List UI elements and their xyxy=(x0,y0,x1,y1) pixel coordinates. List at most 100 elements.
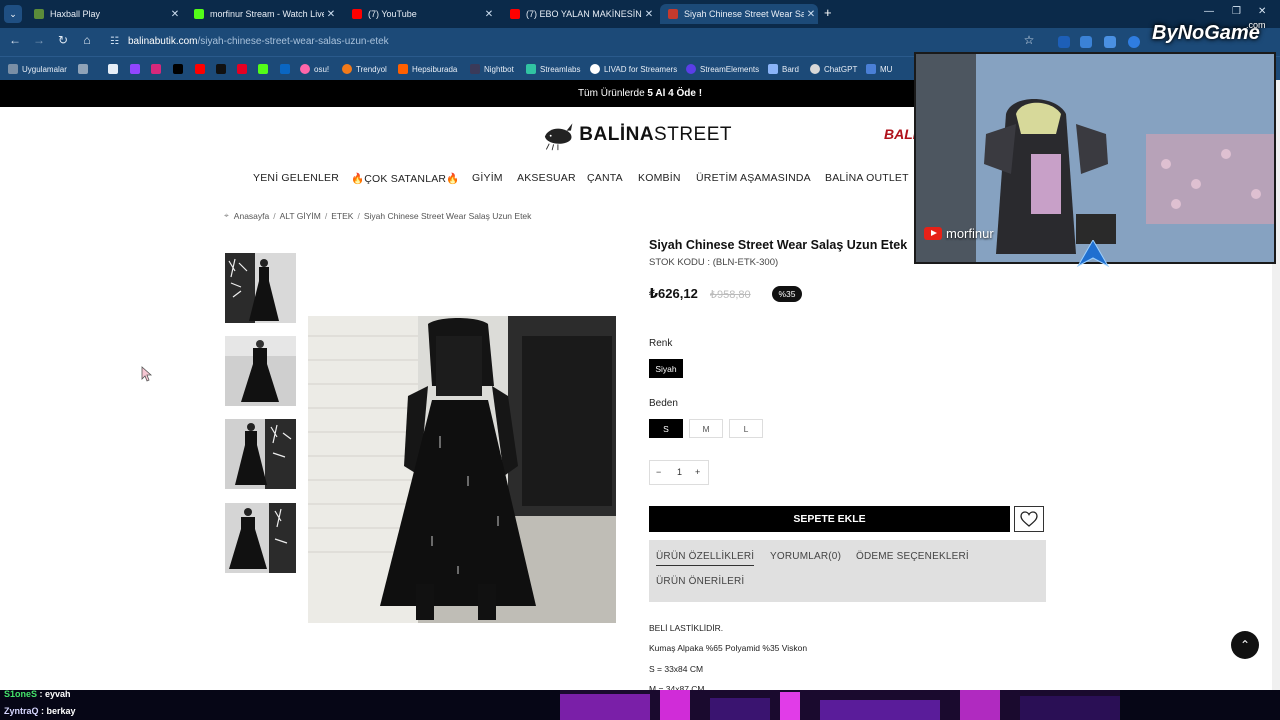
add-to-cart-button[interactable]: SEPETE EKLE xyxy=(649,506,1010,532)
tab-urun-ozellikleri[interactable]: ÜRÜN ÖZELLİKLERİ xyxy=(656,551,755,566)
tab-search-icon[interactable]: ⌄ xyxy=(4,5,22,23)
forward-arrow-icon[interactable]: → xyxy=(30,33,48,47)
bookmark-chatgpt[interactable]: ChatGPT xyxy=(810,62,857,76)
nav-cok-satanlar[interactable]: 🔥ÇOK SATANLAR🔥 xyxy=(351,172,460,185)
nav-yeni-gelenler[interactable]: YENİ GELENLER xyxy=(253,172,339,184)
new-tab-button[interactable]: + xyxy=(824,5,832,20)
site-info-icon[interactable]: ☷ xyxy=(110,31,119,53)
tab-title: Siyah Chinese Street Wear Salaş xyxy=(684,9,804,19)
bookmark-livad[interactable]: LIVAD for Streamers xyxy=(590,62,677,76)
tab-kick[interactable]: morfinur Stream - Watch Live o ✕ xyxy=(186,4,338,24)
game-background-strip xyxy=(560,690,1120,720)
home-icon[interactable]: ⌂ xyxy=(78,33,96,47)
tab-urun-onerileri[interactable]: ÜRÜN ÖNERİLERİ xyxy=(656,576,744,587)
breadcrumb-alt-giyim[interactable]: ALT GİYİM xyxy=(280,211,321,221)
bookmark-grid[interactable] xyxy=(78,62,92,76)
close-window-icon[interactable]: ✕ xyxy=(1258,6,1266,17)
site-logo[interactable]: BALİNASTREET xyxy=(542,113,732,157)
bookmark-streamlabs[interactable]: Streamlabs xyxy=(526,62,580,76)
product-main-image[interactable] xyxy=(308,316,616,623)
qty-minus-button[interactable]: − xyxy=(656,467,661,477)
size-option-m[interactable]: M xyxy=(689,419,723,438)
product-thumbnail-4[interactable] xyxy=(225,503,296,573)
wishlist-button[interactable] xyxy=(1014,506,1044,532)
bookmark-mu[interactable]: MU xyxy=(866,62,892,76)
translate-icon[interactable] xyxy=(1080,36,1092,48)
bookmark-star[interactable] xyxy=(108,62,122,76)
bookmark-x[interactable] xyxy=(173,62,187,76)
audio-extension-icon[interactable] xyxy=(1104,36,1116,48)
chevron-up-icon: ⌃ xyxy=(1239,638,1251,652)
product-thumbnail-3[interactable] xyxy=(225,419,296,489)
star-icon xyxy=(108,64,118,74)
back-arrow-icon[interactable]: ← xyxy=(6,33,24,47)
breadcrumb-etek[interactable]: ETEK xyxy=(331,211,353,221)
close-tab-icon[interactable]: ✕ xyxy=(324,9,338,20)
breadcrumb-home[interactable]: Anasayfa xyxy=(234,211,269,221)
nav-aksesuar[interactable]: AKSESUAR xyxy=(517,172,576,184)
product-photo xyxy=(308,316,616,623)
bookmark-streamelements[interactable]: StreamElements xyxy=(686,62,759,76)
size-option-s[interactable]: S xyxy=(649,419,683,438)
size-option-l[interactable]: L xyxy=(729,419,763,438)
bookmark-label: LIVAD for Streamers xyxy=(604,64,678,74)
bookmark-instagram[interactable] xyxy=(151,62,165,76)
close-tab-icon[interactable]: ✕ xyxy=(482,9,496,20)
bookmark-kick[interactable] xyxy=(258,62,272,76)
promo-text: Tüm Ürünlerde xyxy=(577,88,648,99)
qty-value[interactable]: 1 xyxy=(677,467,682,477)
tab-active-product[interactable]: Siyah Chinese Street Wear Salaş ✕ xyxy=(660,4,818,24)
channel-emblem-icon xyxy=(1076,240,1110,268)
apps-grid-icon xyxy=(8,64,18,74)
bookmark-hepsiburada[interactable]: Hepsiburada xyxy=(398,62,457,76)
scroll-to-top-button[interactable]: ⌃ xyxy=(1231,631,1259,659)
mu-icon xyxy=(866,64,876,74)
bookmark-osu[interactable]: osu! xyxy=(300,62,329,76)
bookmark-linkedin[interactable] xyxy=(280,62,294,76)
qty-plus-button[interactable]: + xyxy=(695,467,700,477)
bookmark-tiktok[interactable] xyxy=(216,62,230,76)
color-option-siyah[interactable]: Siyah xyxy=(649,359,683,378)
nav-giyim[interactable]: GİYİM xyxy=(472,172,503,184)
bookmark-apps[interactable]: Uygulamalar xyxy=(8,62,67,76)
tab-youtube[interactable]: (7) YouTube ✕ xyxy=(344,4,496,24)
bookmark-label: Trendyol xyxy=(356,64,387,74)
bookmark-twitch[interactable] xyxy=(130,62,144,76)
chat-text: : berkay xyxy=(38,706,76,716)
haxball-favicon-icon xyxy=(34,9,44,19)
nav-balina-outlet[interactable]: BALİNA OUTLET xyxy=(825,172,909,184)
extension-icon[interactable] xyxy=(1058,36,1070,48)
bookmark-trendyol[interactable]: Trendyol xyxy=(342,62,387,76)
bookmark-nightbot[interactable]: Nightbot xyxy=(470,62,514,76)
bookmark-youtube[interactable] xyxy=(195,62,209,76)
tab-yorumlar[interactable]: YORUMLAR(0) xyxy=(770,551,841,562)
logo-wordmark: BALİNASTREET xyxy=(579,124,732,146)
reload-icon[interactable]: ↻ xyxy=(54,33,72,47)
close-tab-icon[interactable]: ✕ xyxy=(168,9,182,20)
bookmark-bard[interactable]: Bard xyxy=(768,62,799,76)
minimize-icon[interactable]: — xyxy=(1204,6,1214,17)
product-thumbnail-1[interactable] xyxy=(225,253,296,323)
tab-odeme-secenekleri[interactable]: ÖDEME SEÇENEKLERİ xyxy=(856,551,969,562)
vpn-extension-icon[interactable] xyxy=(1128,36,1140,48)
streamelements-icon xyxy=(686,64,696,74)
tab-youtube-video[interactable]: (7) EBO YALAN MAKİNESİNDE ✕ xyxy=(502,4,656,24)
address-bar[interactable]: ☷ balinabutik.com/siyah-chinese-street-w… xyxy=(104,31,1044,53)
tiktok-icon xyxy=(216,64,226,74)
bookmark-star-icon[interactable]: ☆ xyxy=(1020,33,1038,47)
linkedin-icon xyxy=(280,64,290,74)
close-tab-icon[interactable]: ✕ xyxy=(804,9,818,20)
livad-icon xyxy=(590,64,600,74)
youtube-favicon-icon xyxy=(352,9,362,19)
bookmark-pinterest[interactable] xyxy=(237,62,251,76)
tab-haxball[interactable]: Haxball Play ✕ xyxy=(26,4,182,24)
nav-uretim-asamasinda[interactable]: ÜRETİM AŞAMASINDA xyxy=(696,172,811,184)
close-tab-icon[interactable]: ✕ xyxy=(642,9,656,20)
bookmark-label: Bard xyxy=(782,64,799,74)
nav-kombin[interactable]: KOMBİN xyxy=(638,172,681,184)
bookmark-label: Nightbot xyxy=(484,64,514,74)
maximize-icon[interactable]: ❐ xyxy=(1232,6,1241,17)
product-thumbnail-2[interactable] xyxy=(225,336,296,406)
nav-canta[interactable]: ÇANTA xyxy=(587,172,623,184)
quantity-stepper: − 1 + xyxy=(649,460,709,485)
